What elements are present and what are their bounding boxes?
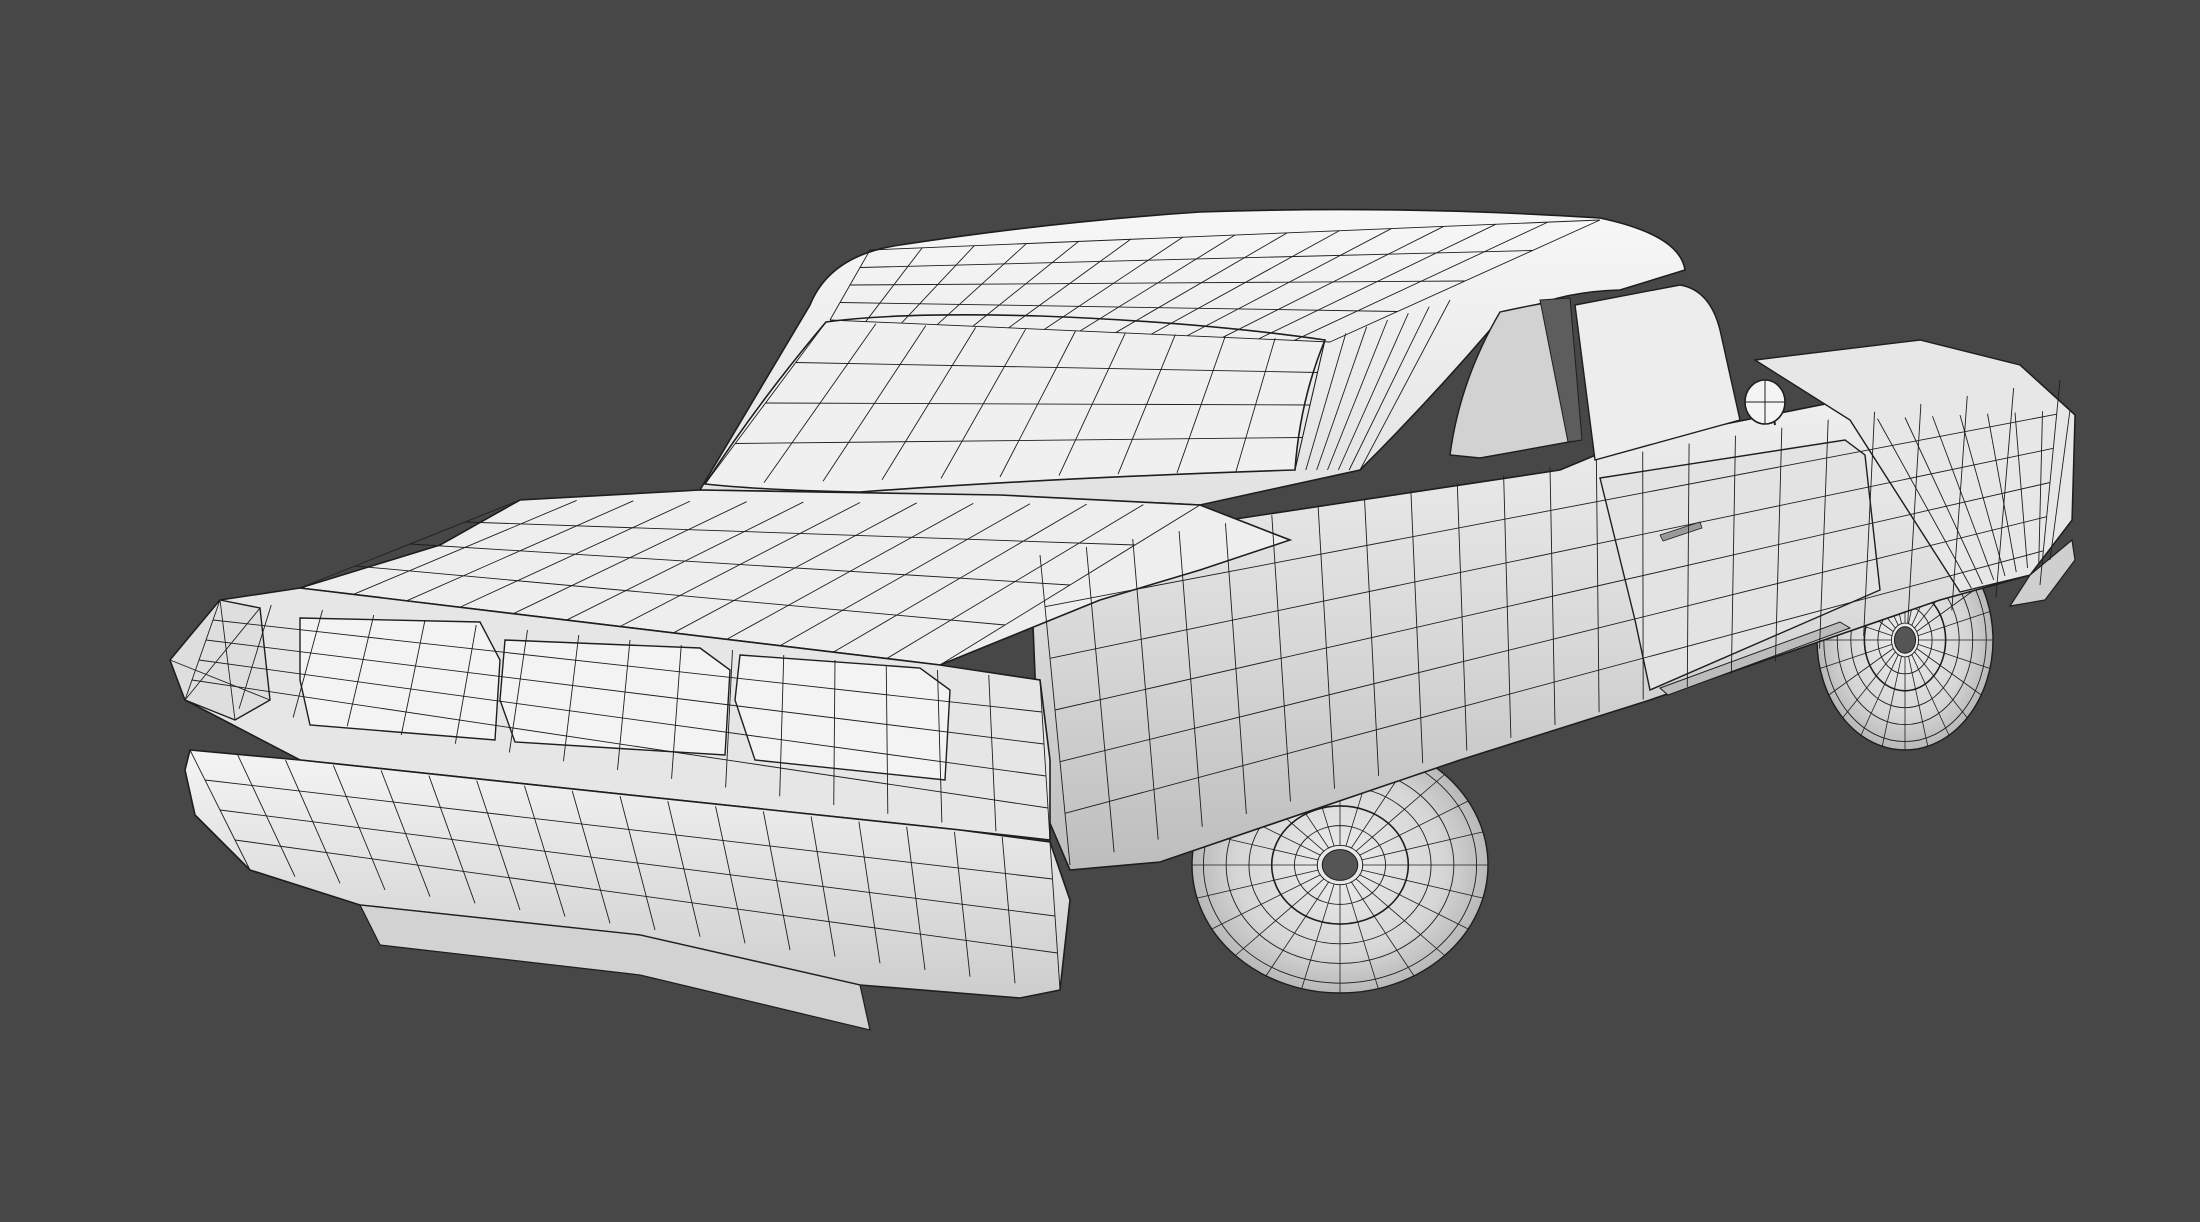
render-viewport (0, 0, 2200, 1222)
wheel-hub (1893, 626, 1917, 654)
wheel-hub (1321, 849, 1359, 881)
car-wireframe-svg (0, 0, 2200, 1222)
tail-panel-right (734, 654, 951, 781)
side-mirror (1744, 379, 1786, 426)
tail-panel-center (499, 639, 731, 756)
